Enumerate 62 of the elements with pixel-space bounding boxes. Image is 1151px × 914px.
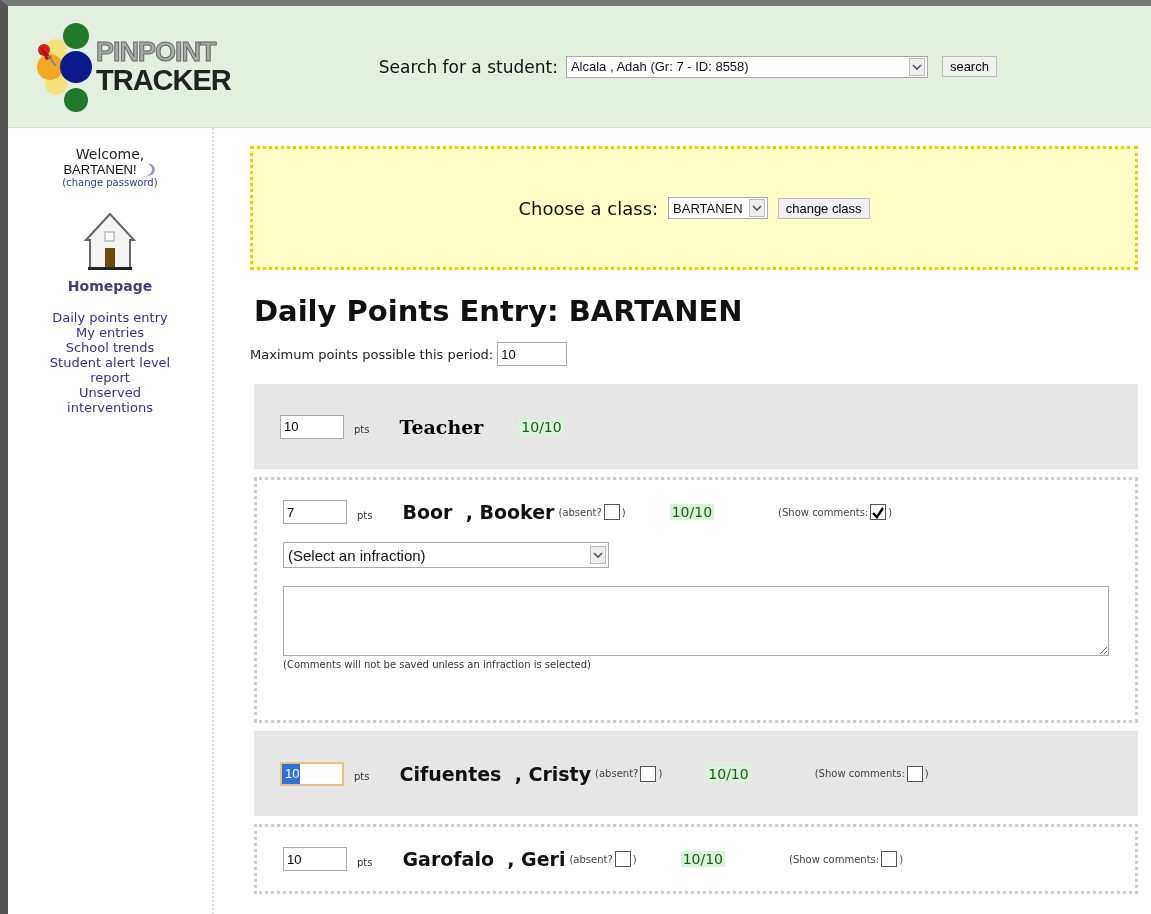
logo-text: PINPOINT: [96, 38, 218, 66]
paren-text: ): [899, 853, 904, 865]
points-field[interactable]: 10: [280, 414, 344, 439]
show-comments-label: (Show comments:: [814, 768, 905, 779]
student-name: Boor , Booker: [402, 501, 555, 523]
max-points-label: Maximum points possible this period:: [250, 346, 494, 362]
comments-note: (Comments will not be saved unless an infraction is selected): [283, 659, 592, 670]
change-class-button[interactable]: change class: [777, 197, 870, 219]
class-label: Choose a class:: [518, 197, 659, 219]
absent-label: (absent?: [558, 506, 602, 518]
show-comments-label: (Show comments:: [778, 506, 869, 518]
house-icon[interactable]: [82, 210, 138, 272]
nav-link[interactable]: My entries: [75, 325, 145, 340]
homepage-link[interactable]: Homepage: [67, 278, 153, 294]
nav-link[interactable]: School trends: [65, 340, 155, 355]
show-comments-checkbox[interactable]: [906, 765, 923, 782]
pts-label: pts: [354, 771, 370, 782]
paren-text: ): [658, 768, 663, 779]
nav-link[interactable]: Student alert level report: [35, 355, 185, 385]
absent-label: (absent?: [595, 768, 639, 779]
absent-checkbox[interactable]: [640, 765, 657, 782]
welcome-text: Welcome,: [75, 146, 145, 162]
teacher-name: Teacher: [399, 415, 484, 438]
infraction-dropdown[interactable]: (Select an infraction): [283, 542, 609, 568]
comments-field[interactable]: [283, 586, 1109, 656]
student-name: Garofalo , Geri: [402, 848, 566, 870]
absent-label: (absent?: [569, 853, 613, 865]
search-label: Search for a student:: [378, 56, 558, 77]
search-button[interactable]: search: [941, 56, 997, 77]
score-text: 10/10: [680, 851, 725, 867]
points-field[interactable]: 7: [283, 500, 347, 524]
score-text: 10/10: [519, 418, 564, 435]
logo-text: TRACKER: [96, 65, 231, 95]
max-points-field[interactable]: 10: [497, 342, 568, 366]
page-title: Daily Points Entry: BARTANEN: [254, 294, 744, 328]
paren-text: ): [924, 768, 929, 779]
pts-label: pts: [354, 424, 370, 435]
caret-icon: [590, 546, 606, 564]
pts-label: pts: [357, 856, 373, 868]
paren-text: ): [632, 853, 637, 865]
nav-link[interactable]: Unserved interventions: [35, 385, 185, 415]
student-dropdown[interactable]: Alcala , Adah (Gr: 7 - ID: 8558): [565, 55, 928, 78]
show-comments-checkbox[interactable]: [881, 851, 898, 867]
logo-icon: [34, 21, 94, 112]
caret-icon: [908, 57, 925, 76]
absent-checkbox[interactable]: [603, 504, 620, 520]
user-name: BARTANEN!: [63, 162, 137, 177]
show-comments-checkbox[interactable]: [870, 504, 887, 520]
class-dropdown[interactable]: BARTANEN: [668, 197, 768, 219]
points-field[interactable]: 10: [280, 761, 344, 786]
score-text: 10/10: [706, 765, 751, 782]
absent-checkbox[interactable]: [614, 851, 631, 867]
change-password-link[interactable]: (change password): [62, 177, 158, 188]
pts-label: pts: [357, 509, 373, 521]
score-text: 10/10: [669, 504, 715, 520]
paren-text: ): [888, 506, 893, 518]
caret-icon: [748, 199, 765, 217]
student-name: Cifuentes , Cristy: [399, 762, 592, 785]
points-field[interactable]: 10: [283, 847, 347, 871]
show-comments-label: (Show comments:: [789, 853, 880, 865]
nav-link[interactable]: Daily points entry: [52, 310, 168, 325]
paren-text: ): [621, 506, 626, 518]
